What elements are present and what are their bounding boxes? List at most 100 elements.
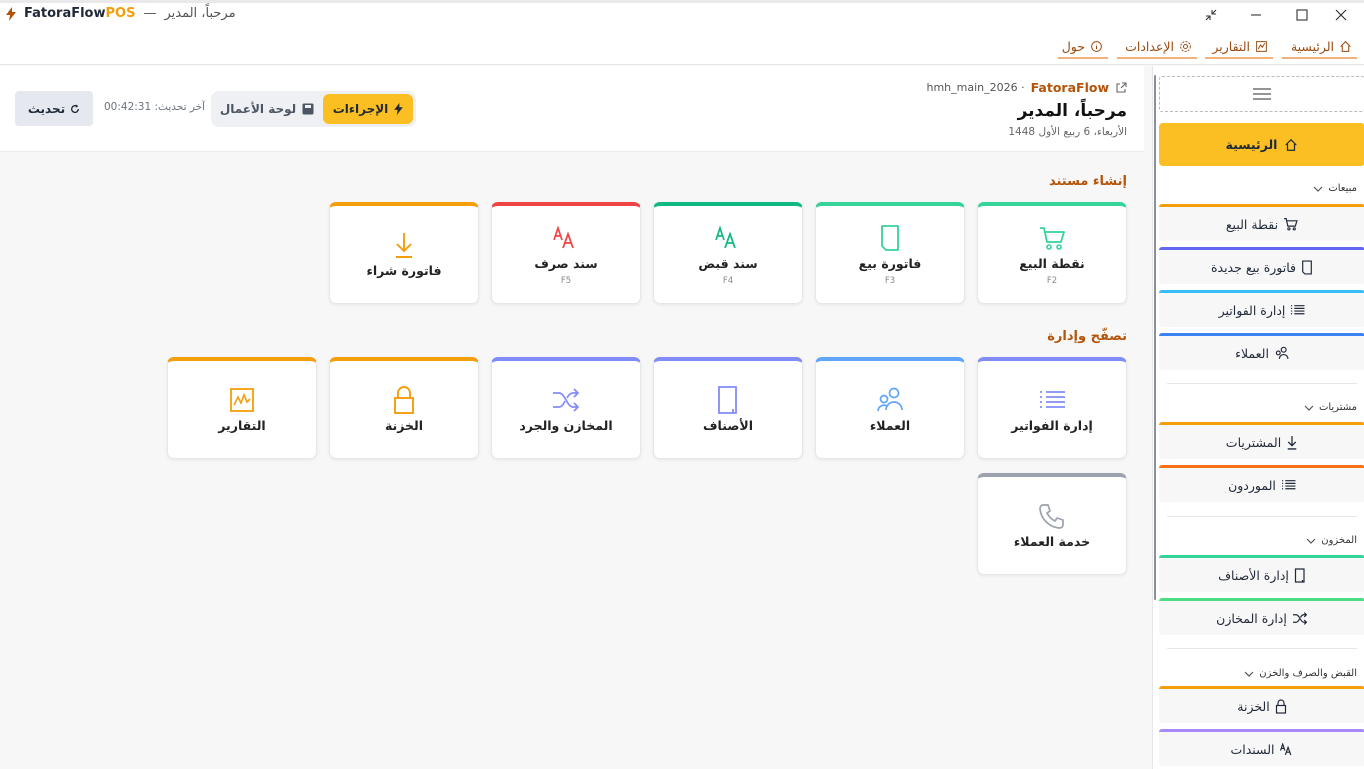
card-customers[interactable]: العملاء bbox=[815, 357, 965, 459]
cart-icon bbox=[1038, 224, 1066, 252]
brand-line: FatoraFlow hmh_main_2026 · bbox=[926, 80, 1127, 95]
refresh-icon bbox=[70, 103, 80, 114]
card-label: الأصناف bbox=[703, 418, 753, 433]
menu-reports[interactable]: التقارير bbox=[1205, 35, 1273, 59]
menu-settings[interactable]: الإعدادات bbox=[1117, 35, 1197, 59]
card-label: العملاء bbox=[869, 418, 911, 433]
refresh-button[interactable]: تحديث bbox=[15, 91, 93, 126]
menu-home-label: الرئيسية bbox=[1290, 38, 1334, 54]
card-treasury[interactable]: الخزنة bbox=[329, 357, 479, 459]
tab-actions[interactable]: الإجراءات bbox=[323, 94, 413, 124]
database-name: hmh_main_2026 · bbox=[926, 81, 1025, 94]
sidebar-divider bbox=[1167, 648, 1357, 649]
external-link-icon[interactable] bbox=[1115, 81, 1127, 94]
card-purchase-invoice[interactable]: فاتورة شراء bbox=[329, 202, 479, 304]
list-icon bbox=[1290, 304, 1305, 316]
group-label: مبيعات bbox=[1328, 183, 1357, 194]
sidebar-item-label: الموردون bbox=[1228, 477, 1276, 493]
section-create-title: إنشاء مستند bbox=[1048, 174, 1127, 189]
sidebar-item-home[interactable]: الرئيسية bbox=[1159, 123, 1364, 166]
bolt-icon bbox=[394, 103, 404, 115]
card-sales-invoice[interactable]: فاتورة بيع F3 bbox=[815, 202, 965, 304]
card-invoices-management[interactable]: إدارة الفواتير bbox=[977, 357, 1127, 459]
title-separator: — bbox=[143, 6, 157, 21]
card-receipt-voucher[interactable]: سند قبض F4 bbox=[653, 202, 803, 304]
document-icon bbox=[879, 224, 901, 252]
font-icon bbox=[715, 224, 741, 252]
sidebar-scrollbar[interactable] bbox=[1154, 75, 1156, 600]
sidebar-group-sales[interactable]: مبيعات bbox=[1313, 183, 1357, 194]
card-label: نقطة البيع bbox=[1019, 255, 1085, 271]
phone-icon bbox=[1038, 502, 1066, 530]
chart-icon bbox=[1255, 40, 1268, 53]
card-customer-service[interactable]: خدمة العملاء bbox=[977, 473, 1127, 575]
lock-icon bbox=[1275, 698, 1287, 714]
sidebar-group-inventory[interactable]: المخزون bbox=[1306, 535, 1357, 546]
sidebar-item-vouchers[interactable]: السندات bbox=[1159, 729, 1364, 766]
sidebar-item-label: إدارة الفواتير bbox=[1218, 302, 1286, 318]
card-label: سند قبض bbox=[698, 255, 758, 271]
card-pos[interactable]: نقطة البيع F2 bbox=[977, 202, 1127, 304]
sidebar-item-warehouses[interactable]: إدارة المخازن bbox=[1159, 598, 1364, 635]
group-label: مشتريات bbox=[1318, 402, 1357, 413]
sidebar-divider bbox=[1167, 516, 1357, 517]
sidebar-group-purchases[interactable]: مشتريات bbox=[1304, 402, 1357, 413]
minimize-button[interactable] bbox=[1233, 3, 1279, 27]
chart-icon bbox=[229, 386, 255, 414]
sidebar-item-customers[interactable]: العملاء bbox=[1159, 333, 1364, 370]
shuffle-icon bbox=[551, 386, 581, 414]
tab-actions-label: الإجراءات bbox=[332, 102, 389, 116]
bolt-icon bbox=[6, 6, 16, 21]
sidebar-item-label: المشتريات bbox=[1225, 434, 1282, 450]
list-icon bbox=[1038, 386, 1066, 414]
card-payment-voucher[interactable]: سند صرف F5 bbox=[491, 202, 641, 304]
people-icon bbox=[1274, 346, 1289, 361]
last-update-time: 00:42:31 bbox=[104, 101, 152, 113]
people-icon bbox=[876, 386, 904, 414]
sidebar-item-items[interactable]: إدارة الأصناف bbox=[1159, 555, 1364, 592]
gear-icon bbox=[1179, 40, 1192, 53]
sidebar-item-treasury[interactable]: الخزنة bbox=[1159, 686, 1364, 723]
menu-reports-label: التقارير bbox=[1212, 38, 1250, 54]
card-label: فاتورة بيع bbox=[858, 255, 922, 271]
sidebar-item-label: الخزنة bbox=[1237, 698, 1270, 714]
shortcut-key: F3 bbox=[884, 275, 896, 286]
tab-dashboard-label: لوحة الأعمال bbox=[219, 102, 297, 116]
restore-icon[interactable] bbox=[1188, 3, 1234, 27]
card-label: فاتورة شراء bbox=[366, 263, 442, 278]
download-icon bbox=[393, 231, 415, 259]
card-label: إدارة الفواتير bbox=[1011, 418, 1093, 433]
sidebar-group-cash[interactable]: القبض والصرف والخزن bbox=[1244, 668, 1357, 679]
sidebar-item-suppliers[interactable]: الموردون bbox=[1159, 465, 1364, 502]
section-browse-title: تصفّح وإدارة bbox=[1047, 329, 1127, 344]
group-label: المخزون bbox=[1321, 535, 1357, 546]
menu-about[interactable]: حول bbox=[1058, 35, 1108, 59]
chevron-down-icon bbox=[1244, 671, 1254, 677]
sidebar-item-new-sales-invoice[interactable]: فاتورة بيع جديدة bbox=[1159, 247, 1364, 284]
last-update-label: آخر تحديث: bbox=[154, 101, 206, 113]
group-label: القبض والصرف والخزن bbox=[1259, 668, 1357, 679]
current-date: الأربعاء، 6 ربيع الأول 1448 bbox=[1008, 126, 1127, 138]
card-warehouses[interactable]: المخازن والجرد bbox=[491, 357, 641, 459]
font-icon bbox=[1279, 742, 1294, 756]
card-items[interactable]: الأصناف bbox=[653, 357, 803, 459]
sidebar-item-invoices[interactable]: إدارة الفواتير bbox=[1159, 290, 1364, 327]
close-button[interactable] bbox=[1318, 3, 1364, 27]
sidebar-item-pos[interactable]: نقطة البيع bbox=[1159, 204, 1364, 241]
home-icon bbox=[1339, 40, 1352, 53]
sidebar-item-label: نقطة البيع bbox=[1225, 216, 1279, 232]
card-label: الخزنة bbox=[384, 418, 424, 433]
lock-icon bbox=[392, 386, 416, 414]
sidebar-item-label: الرئيسية bbox=[1225, 137, 1278, 152]
card-label: التقارير bbox=[218, 418, 266, 433]
tab-dashboard[interactable]: لوحة الأعمال bbox=[217, 94, 317, 124]
app-name: FatoraFlowPOS bbox=[24, 6, 136, 21]
card-label: سند صرف bbox=[534, 255, 598, 271]
sidebar-item-label: السندات bbox=[1230, 741, 1275, 757]
shuffle-icon bbox=[1292, 611, 1308, 625]
menu-home[interactable]: الرئيسية bbox=[1282, 35, 1357, 59]
sidebar-item-label: فاتورة بيع جديدة bbox=[1210, 259, 1297, 275]
sidebar-item-purchases[interactable]: المشتريات bbox=[1159, 422, 1364, 459]
sidebar-toggle-button[interactable] bbox=[1159, 76, 1364, 112]
card-reports[interactable]: التقارير bbox=[167, 357, 317, 459]
